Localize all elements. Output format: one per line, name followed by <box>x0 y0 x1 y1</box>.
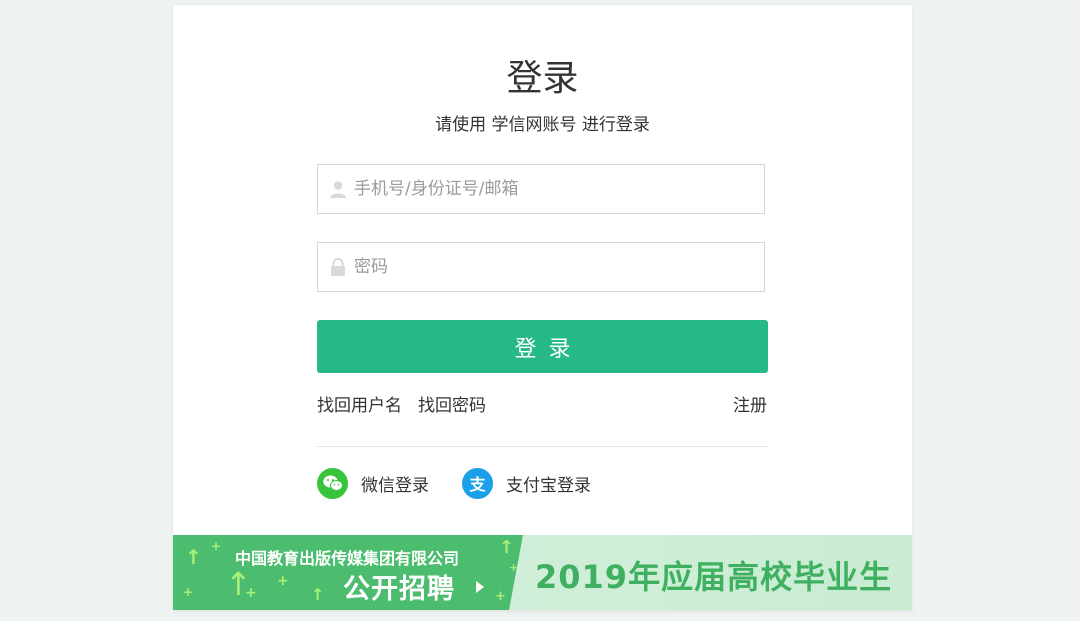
register-link[interactable]: 注册 <box>733 394 767 418</box>
wechat-icon <box>317 467 348 499</box>
user-icon <box>330 181 346 198</box>
arrow-up-icon: ↑ <box>499 537 515 558</box>
alipay-login-button[interactable]: 支 支付宝登录 <box>462 467 591 499</box>
lock-icon <box>331 258 345 276</box>
wechat-login-label: 微信登录 <box>361 475 429 496</box>
banner-graduates: 2019年应届高校毕业生 <box>535 558 893 596</box>
plus-icon: + <box>509 561 519 574</box>
banner-recruit: 公开招聘 <box>343 574 455 605</box>
password-field[interactable] <box>317 242 765 292</box>
username-field[interactable] <box>317 164 765 214</box>
plus-icon: + <box>245 585 257 601</box>
alipay-icon: 支 <box>462 467 493 499</box>
alipay-login-label: 支付宝登录 <box>506 475 591 496</box>
divider <box>317 446 768 447</box>
plus-icon: + <box>495 589 506 604</box>
plus-icon: + <box>183 585 194 599</box>
arrow-up-icon: ↑ <box>185 545 202 569</box>
login-card: 登录 请使用 学信网账号 进行登录 登录 找回用户名 找回密码 注册 <box>173 5 912 610</box>
username-input[interactable] <box>354 165 754 213</box>
login-subtitle: 请使用 学信网账号 进行登录 <box>435 115 650 135</box>
page-title: 登录 <box>506 58 579 99</box>
recover-username-link[interactable]: 找回用户名 <box>317 394 402 418</box>
login-button[interactable]: 登录 <box>317 320 768 373</box>
wechat-login-button[interactable]: 微信登录 <box>317 467 429 499</box>
plus-icon: + <box>211 539 222 553</box>
banner-company: 中国教育出版传媒集团有限公司 <box>235 549 460 568</box>
recover-password-link[interactable]: 找回密码 <box>418 394 486 418</box>
recruitment-banner[interactable]: ↑ + ↑ + + + ↑ ↑ + + 中国教育出版传媒集团有限公司 公开招聘 … <box>173 535 912 610</box>
plus-icon: + <box>277 573 289 589</box>
password-input[interactable] <box>354 243 754 291</box>
arrow-up-icon: ↑ <box>311 585 325 604</box>
play-arrow-icon <box>476 581 484 593</box>
